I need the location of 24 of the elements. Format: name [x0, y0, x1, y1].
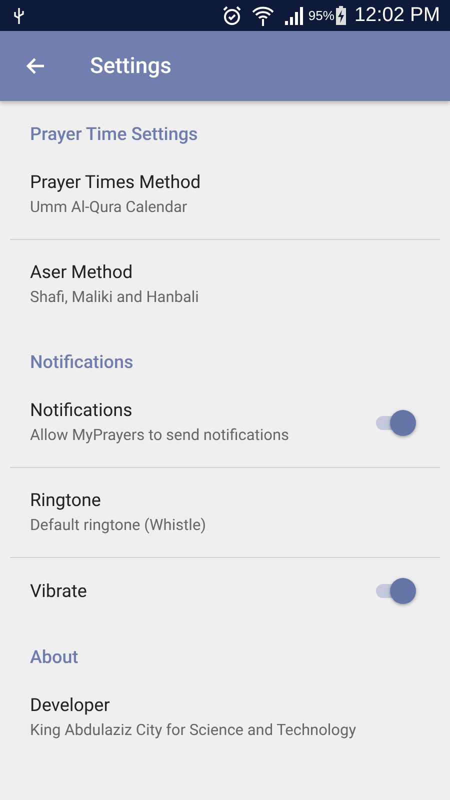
- screen-title: Settings: [90, 54, 172, 78]
- setting-summary: Umm Al-Qura Calendar: [30, 197, 188, 218]
- usb-icon: [14, 8, 24, 24]
- setting-title[interactable]: Developer: [30, 693, 416, 718]
- setting-title[interactable]: Aser Method: [30, 260, 416, 285]
- setting-summary: King Abdulaziz City for Science and Technology: [30, 720, 358, 741]
- clock-time: 12:02 PM: [354, 4, 440, 27]
- setting-title[interactable]: Vibrate: [30, 578, 374, 604]
- section-header: Notifications: [29, 351, 134, 375]
- alarm-icon: [222, 6, 242, 26]
- setting-title[interactable]: Ringtone: [30, 488, 416, 513]
- wifi-icon: [252, 6, 274, 26]
- signal-icon: [284, 6, 304, 24]
- section-header: About: [29, 646, 80, 670]
- setting-summary: Shafi, Maliki and Hanbali: [30, 287, 200, 308]
- battery-percent: 95%: [308, 8, 334, 23]
- battery-charging-icon: [336, 6, 346, 25]
- setting-summary: Default ringtone (Whistle): [30, 515, 208, 536]
- setting-title[interactable]: Notifications: [30, 398, 374, 423]
- section-header: Prayer Time Settings: [29, 123, 199, 147]
- toggle-switch[interactable]: [374, 578, 416, 604]
- toggle-switch[interactable]: [374, 410, 416, 436]
- setting-title[interactable]: Prayer Times Method: [30, 170, 416, 195]
- setting-summary: Allow MyPrayers to send notifications: [30, 425, 290, 446]
